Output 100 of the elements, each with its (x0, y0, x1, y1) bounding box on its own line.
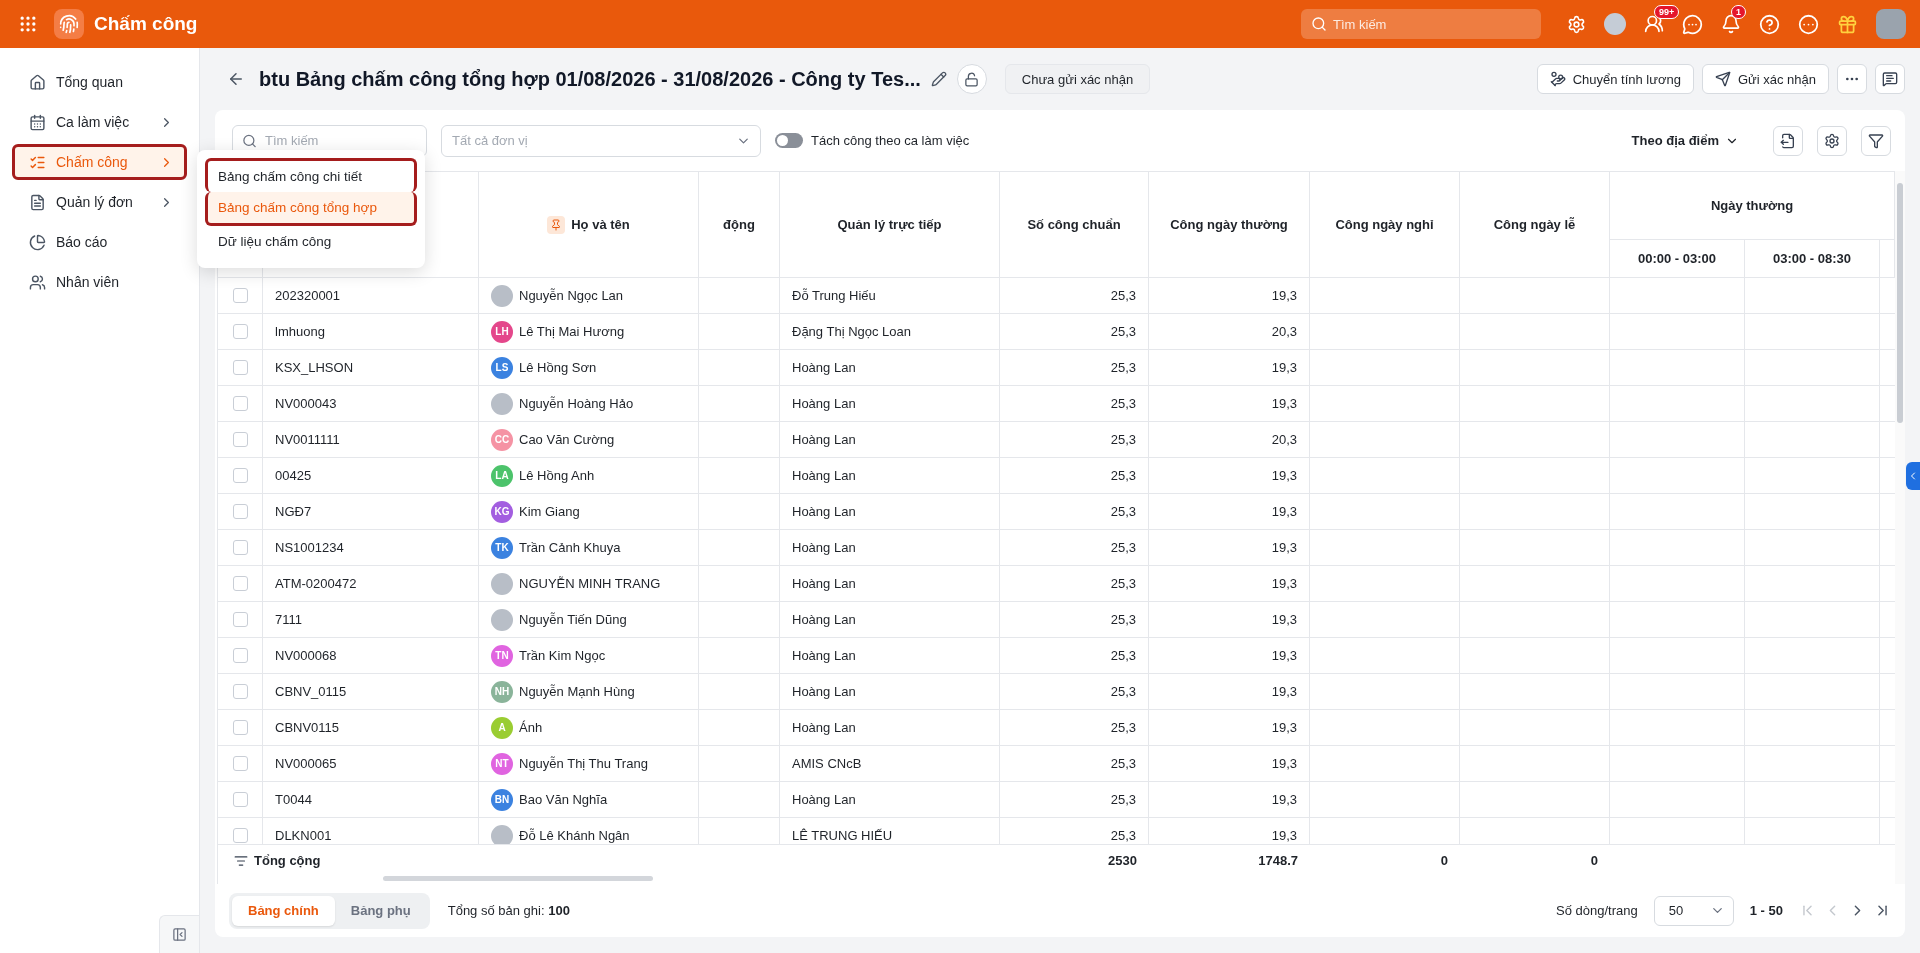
column-header[interactable]: 00:00 - 03:00 (1637, 251, 1717, 266)
avatar: NH (491, 680, 513, 703)
employee-name: Nguyễn Tiến Dũng (519, 612, 627, 627)
row-checkbox[interactable] (232, 612, 248, 627)
row-checkbox[interactable] (232, 684, 248, 699)
column-header[interactable]: Công ngày lễ (1493, 217, 1576, 232)
avatar-photo-placeholder (491, 824, 513, 844)
submenu-item[interactable]: Dữ liệu chấm công (205, 226, 417, 260)
table-tab[interactable]: Bảng chính (232, 895, 335, 926)
edit-icon[interactable] (930, 71, 947, 87)
table-cell: Hoàng Lan (792, 648, 856, 663)
horizontal-scrollbar[interactable] (383, 876, 653, 881)
table-cell: 25,3 (1110, 468, 1136, 483)
more-icon[interactable] (1798, 13, 1819, 35)
sidebar-item[interactable]: Báo cáo (12, 224, 187, 260)
unlock-icon (964, 71, 980, 87)
team-icon[interactable] (1644, 14, 1664, 34)
group-by-dropdown[interactable]: Theo địa điểm (1625, 132, 1745, 149)
page-range: 1 - 50 (1749, 903, 1783, 918)
chat-icon[interactable] (1682, 13, 1703, 35)
row-checkbox[interactable] (232, 756, 248, 771)
page-title: btu Bảng chấm công tổng hợp 01/08/2026 - 31/08/2026 - Công ty Tes... (259, 67, 921, 91)
column-header[interactable]: Họ và tên (571, 217, 630, 232)
row-checkbox[interactable] (232, 828, 248, 843)
column-header[interactable]: Số công chuẩn (1027, 217, 1121, 232)
table-cell: Hoàng Lan (792, 432, 856, 447)
toggle-switch[interactable] (775, 133, 803, 148)
column-header[interactable]: Quản lý trực tiếp (837, 217, 942, 232)
row-checkbox[interactable] (232, 576, 248, 591)
panel-collapse-icon (172, 927, 187, 942)
row-checkbox[interactable] (232, 432, 248, 447)
table-cell: Hoàng Lan (792, 612, 856, 627)
table-cell: Hoàng Lan (792, 360, 856, 375)
row-checkbox[interactable] (232, 324, 248, 339)
column-header[interactable]: Công ngày thường (1170, 217, 1288, 232)
row-checkbox[interactable] (232, 648, 248, 663)
table-cell: 25,3 (1110, 828, 1136, 843)
action-button[interactable]: Gửi xác nhận (1701, 64, 1829, 94)
table-cell: 25,3 (1110, 360, 1136, 375)
sidebar-item[interactable]: Tổng quan (12, 64, 187, 100)
row-checkbox[interactable] (232, 288, 248, 303)
user-avatar[interactable] (1604, 13, 1626, 35)
table-cell: NGĐ7 (275, 504, 312, 519)
table-cell: 25,3 (1110, 288, 1136, 303)
table-cell: 19,3 (1271, 648, 1297, 663)
table-cell: 19,3 (1271, 504, 1297, 519)
unlock-button[interactable] (956, 64, 987, 94)
filter-button[interactable] (1861, 125, 1891, 156)
help-icon[interactable] (1759, 13, 1780, 35)
total-value: 0 (1590, 853, 1598, 868)
side-panel-tab[interactable] (1906, 462, 1920, 490)
sidebar-item[interactable]: Quản lý đơn (12, 184, 187, 220)
avatar: KG (491, 500, 513, 523)
sidebar-item[interactable]: Ca làm việc (12, 104, 187, 140)
column-group-header: Ngày thường (1710, 198, 1794, 213)
column-header[interactable]: Công ngày nghỉ (1335, 217, 1434, 232)
table-cell: 25,3 (1110, 396, 1136, 411)
row-checkbox[interactable] (232, 720, 248, 735)
user-photo-placeholder[interactable] (1876, 9, 1906, 39)
row-checkbox[interactable] (232, 360, 248, 375)
column-header[interactable]: 03:00 - 08:30 (1772, 251, 1852, 266)
comment-button[interactable] (1875, 64, 1905, 94)
column-header[interactable]: động (723, 217, 755, 232)
employee-name: Đỗ Lê Khánh Ngân (519, 828, 630, 843)
record-count: Tổng số bản ghi: 100 (447, 903, 570, 918)
table-cell: 19,3 (1271, 792, 1297, 807)
table-tab[interactable]: Bảng phụ (334, 895, 427, 926)
summary-icon (234, 853, 248, 868)
export-button[interactable] (1773, 125, 1803, 156)
table-cell: 20,3 (1271, 324, 1297, 339)
page-size-select[interactable]: 50 (1653, 895, 1734, 926)
bell-icon[interactable] (1721, 14, 1741, 34)
row-checkbox[interactable] (232, 540, 248, 555)
apps-menu-icon[interactable] (18, 14, 38, 34)
employee-name: Lê Thị Mai Hương (519, 324, 625, 339)
row-checkbox[interactable] (232, 468, 248, 483)
settings-button[interactable] (1817, 125, 1847, 156)
gift-icon[interactable] (1837, 13, 1858, 35)
pin-icon[interactable] (547, 215, 566, 234)
sidebar-item[interactable]: Nhân viên (12, 264, 187, 300)
unit-select[interactable]: Tất cả đơn vị (441, 124, 761, 157)
collapse-sidebar-button[interactable] (159, 915, 199, 953)
table-cell: 20,3 (1271, 432, 1297, 447)
page-size-label: Số dòng/trang (1556, 903, 1638, 918)
comment-icon (1882, 71, 1898, 87)
table-cell: ATM-0200472 (275, 576, 357, 591)
row-checkbox[interactable] (232, 792, 248, 807)
table-cell: 25,3 (1110, 720, 1136, 735)
employee-name: Nguyễn Ngọc Lan (519, 288, 624, 303)
vertical-scrollbar[interactable] (1897, 183, 1903, 423)
more-button[interactable] (1837, 64, 1867, 94)
avatar: LA (491, 464, 513, 487)
table-cell: Đặng Thị Ngọc Loan (792, 324, 911, 339)
action-button[interactable]: Chuyển tính lương (1536, 64, 1694, 94)
settings-icon[interactable] (1567, 14, 1586, 34)
row-checkbox[interactable] (232, 504, 248, 519)
status-label: Chưa gửi xác nhận (1004, 64, 1151, 94)
row-checkbox[interactable] (232, 396, 248, 411)
settings-icon (1824, 132, 1840, 149)
avatar: A (491, 716, 513, 739)
